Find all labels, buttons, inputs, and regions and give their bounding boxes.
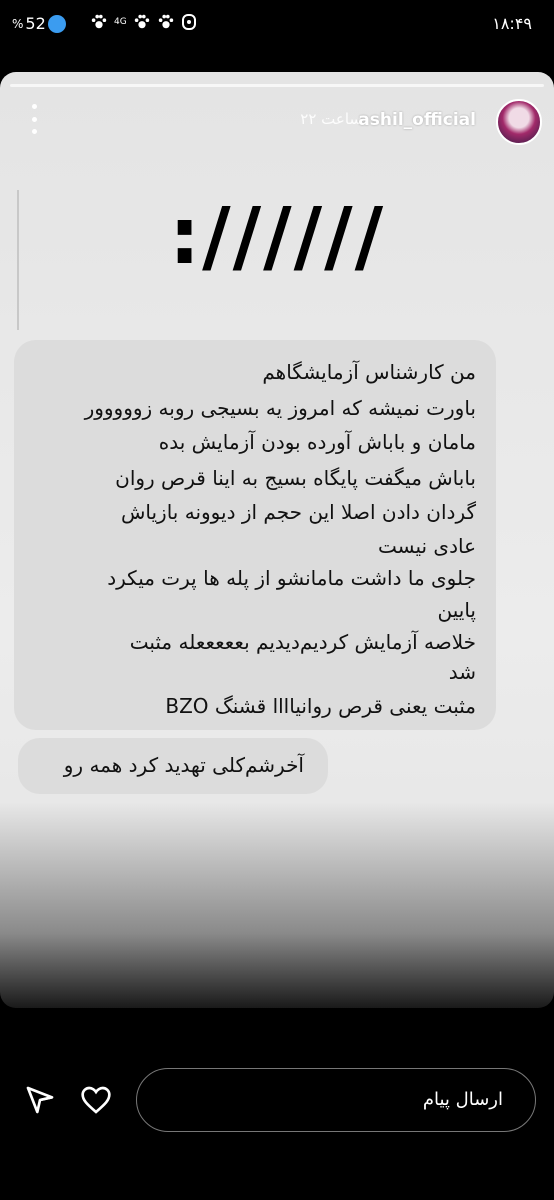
battery-percent-symbol: %: [12, 16, 24, 31]
message-line: شد: [448, 660, 476, 684]
network-type: 4G: [114, 17, 127, 27]
send-icon[interactable]: [24, 1084, 56, 1116]
battery-icon: [47, 14, 66, 33]
message-bubble: من کارشناس آزمایشگاهم باورت نمیشه که امر…: [14, 340, 496, 730]
message-line: مامان و باباش آورده بودن آزمایش بده: [158, 430, 476, 454]
notification-icon: [181, 14, 196, 30]
battery-indicator: % 52: [12, 14, 66, 33]
story-progress-bar: [10, 84, 544, 87]
message-line: عادی نیست: [377, 534, 476, 558]
story-time-ago: ۲۲ ساعت: [300, 110, 362, 128]
message-placeholder: ارسال پیام: [422, 1089, 503, 1110]
message-line: پایین: [437, 598, 477, 622]
story-view[interactable]: ۲۲ ساعت ashil_official :////// من کارشنا…: [0, 72, 554, 1008]
message-line: خلاصه آزمایش کردیم‌دیدیم بعععععله مثبت: [129, 630, 476, 654]
message-input[interactable]: ارسال پیام: [136, 1068, 536, 1132]
battery-level: 52: [25, 14, 46, 33]
paw-icon: [134, 14, 149, 29]
big-text: ://////: [168, 192, 386, 282]
story-reply-bar: ارسال پیام: [0, 1060, 554, 1140]
heart-icon[interactable]: [80, 1084, 112, 1116]
message-line: آخرشم‌کلی تهدید کرد همه رو: [63, 753, 304, 777]
story-header: ۲۲ ساعت ashil_official: [0, 94, 554, 150]
story-username[interactable]: ashil_official: [358, 110, 476, 130]
paw-icon: [91, 14, 107, 29]
message-line: مثبت یعنی قرص روانیاااا قشنگ BZO: [165, 694, 476, 718]
more-options-icon[interactable]: [30, 104, 38, 134]
message-line: باورت نمیشه که امروز یه بسیجی روبه زوووو…: [84, 396, 476, 420]
paw-icon: [158, 14, 173, 29]
clock: ۱۸:۴۹: [492, 14, 532, 33]
status-icons: 4G: [90, 13, 197, 31]
status-bar: % 52 4G ۱۸:۴۹: [0, 0, 554, 60]
message-line: من کارشناس آزمایشگاهم: [262, 360, 476, 384]
message-bubble: آخرشم‌کلی تهدید کرد همه رو: [18, 738, 328, 794]
message-line: جلوی ما داشت مامانشو از پله ها پرت میکرد: [107, 566, 476, 590]
avatar[interactable]: [496, 99, 542, 145]
message-line: گردان دادن اصلا این حجم از دیوونه بازیاش: [120, 500, 476, 524]
message-line: باباش میگفت پایگاه بسیج به اینا قرص روان: [115, 466, 476, 490]
